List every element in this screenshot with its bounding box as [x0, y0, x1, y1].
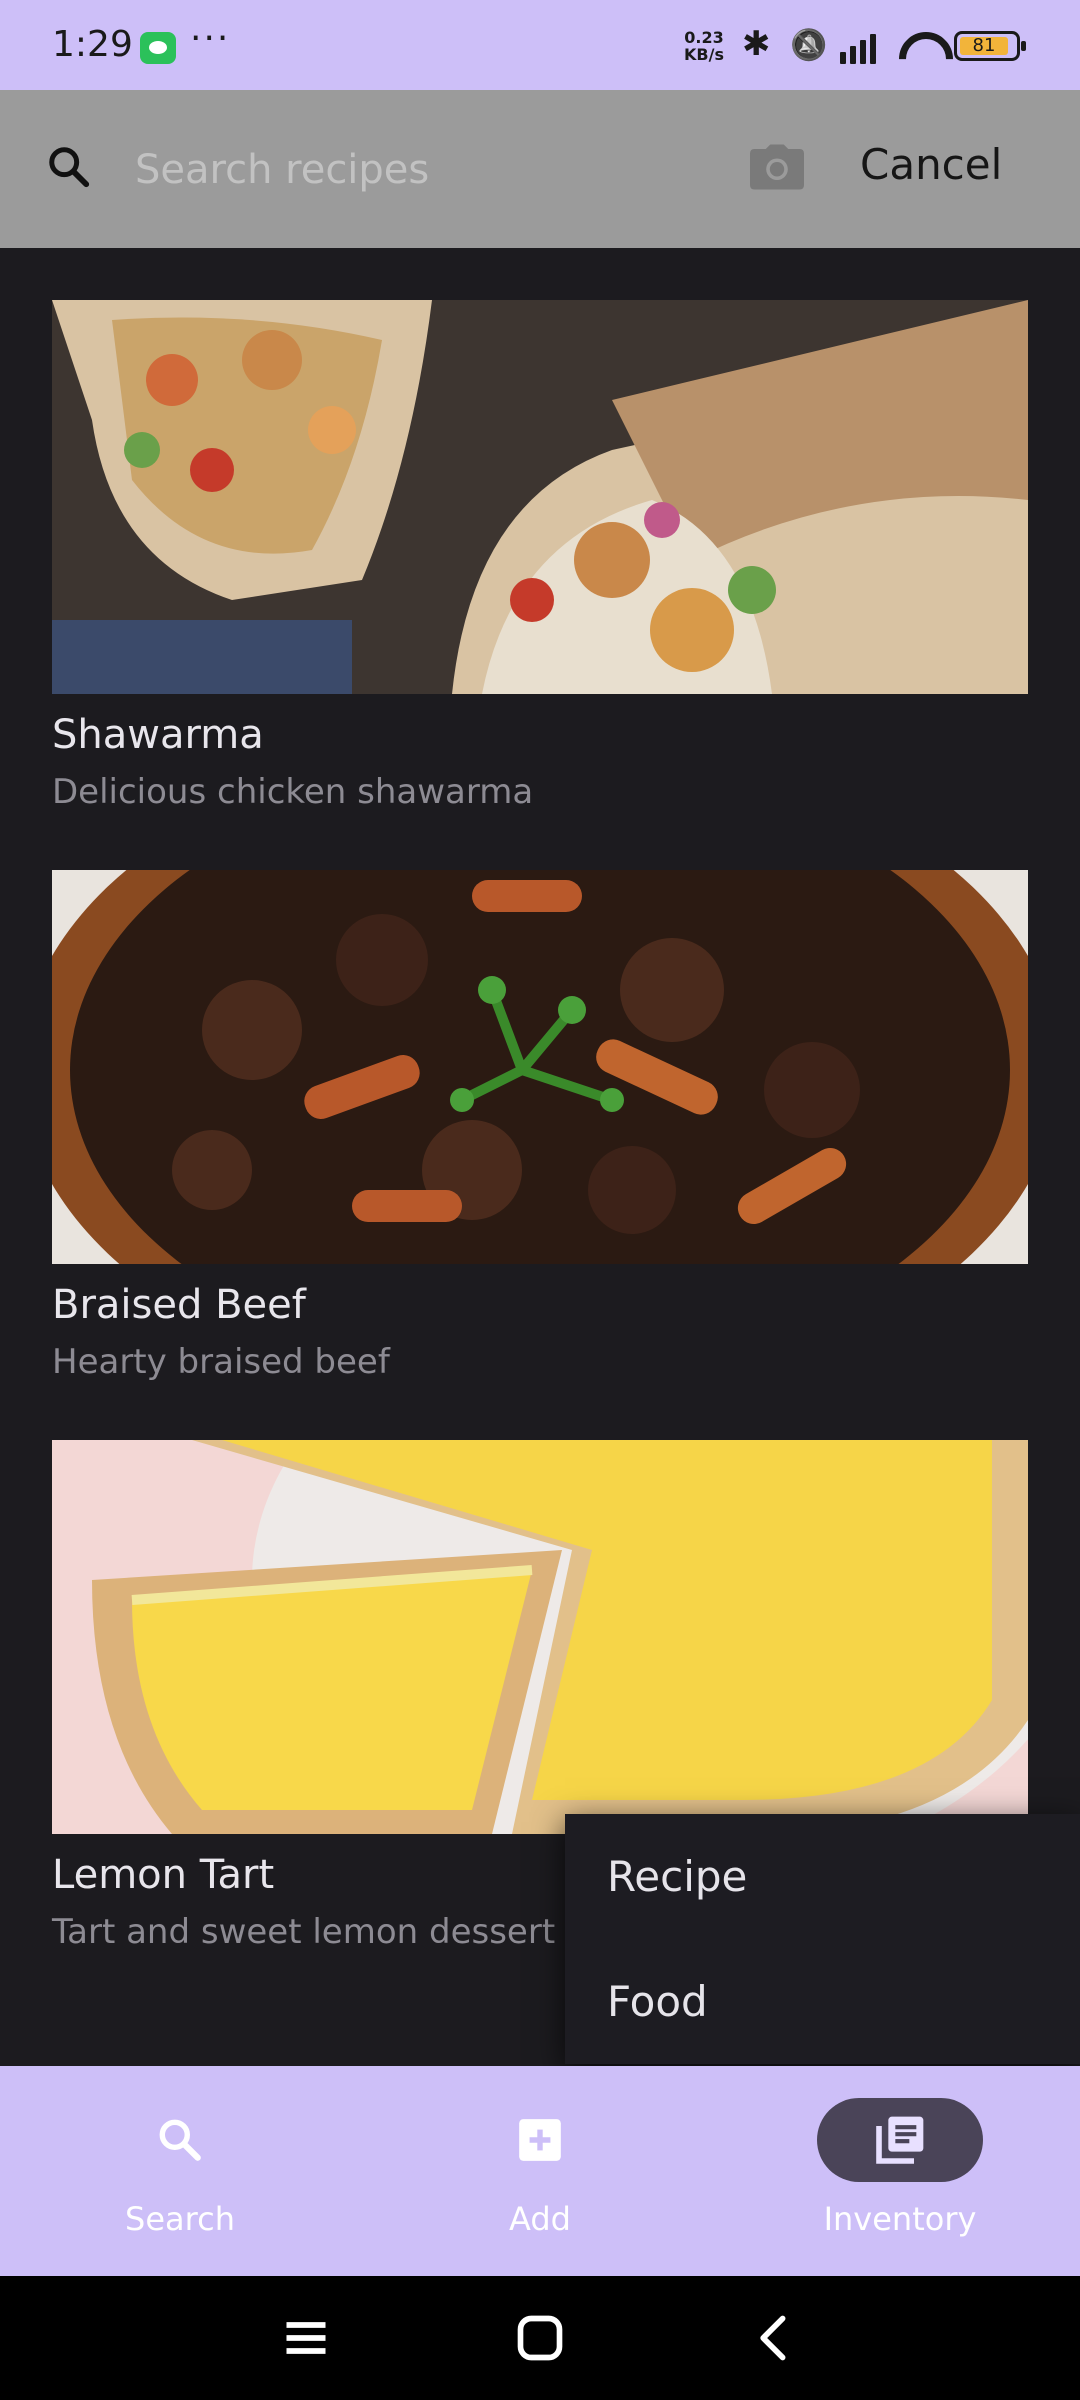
status-bar: 1:29 ··· 0.23 KB/s 81 [0, 0, 1080, 90]
add-box-icon [519, 2119, 561, 2161]
cancel-button[interactable]: Cancel [860, 140, 1002, 189]
system-navigation-bar [0, 2276, 1080, 2400]
signal-icon [840, 28, 884, 64]
battery-icon: 81 [954, 31, 1026, 61]
search-icon [159, 2119, 201, 2161]
chat-app-icon [140, 32, 176, 64]
menu-item-recipe[interactable]: Recipe [565, 1814, 1080, 1939]
recipe-image-lemon-tart[interactable] [52, 1440, 1028, 1834]
recipe-title: Braised Beef [52, 1282, 306, 1328]
search-icon [49, 147, 90, 188]
nav-label-search: Search [125, 2200, 235, 2238]
nav-label-inventory: Inventory [823, 2200, 977, 2238]
mute-icon [788, 28, 828, 64]
status-icons: 0.23 KB/s 81 [684, 22, 1026, 70]
menu-icon[interactable] [280, 2312, 332, 2364]
more-notifications-icon: ··· [190, 18, 231, 59]
recipe-image-braised-beef[interactable] [52, 870, 1028, 1264]
recipe-image-shawarma[interactable] [52, 300, 1028, 694]
nav-item-search[interactable]: Search [0, 2066, 360, 2276]
network-speed-unit: KB/s [684, 45, 724, 64]
home-icon[interactable] [514, 2312, 566, 2364]
search-input[interactable] [135, 132, 735, 208]
nav-item-inventory[interactable]: Inventory [720, 2066, 1080, 2276]
network-speed-value: 0.23 [684, 28, 724, 47]
recipe-description: Hearty braised beef [52, 1342, 390, 1382]
wifi-icon [896, 28, 942, 64]
network-speed: 0.23 KB/s [684, 29, 724, 63]
nav-item-add[interactable]: Add [360, 2066, 720, 2276]
battery-level: 81 [972, 35, 996, 56]
recipe-title: Shawarma [52, 712, 264, 758]
status-time: 1:29 [52, 24, 133, 65]
library-books-icon [876, 2116, 924, 2164]
bottom-navigation: Search Add Inventory [0, 2066, 1080, 2276]
recipe-description: Delicious chicken shawarma [52, 772, 534, 812]
menu-item-food[interactable]: Food [565, 1939, 1080, 2064]
add-type-menu: Recipe Food [565, 1814, 1080, 2064]
recipe-card-braised-beef[interactable]: Braised Beef Hearty braised beef [52, 870, 1028, 1382]
camera-icon[interactable] [750, 144, 804, 190]
search-bar: Cancel [0, 90, 1080, 248]
bluetooth-icon [736, 24, 776, 64]
nav-label-add: Add [509, 2200, 571, 2238]
back-icon[interactable] [748, 2312, 800, 2364]
recipe-card-shawarma[interactable]: Shawarma Delicious chicken shawarma [52, 300, 1028, 812]
